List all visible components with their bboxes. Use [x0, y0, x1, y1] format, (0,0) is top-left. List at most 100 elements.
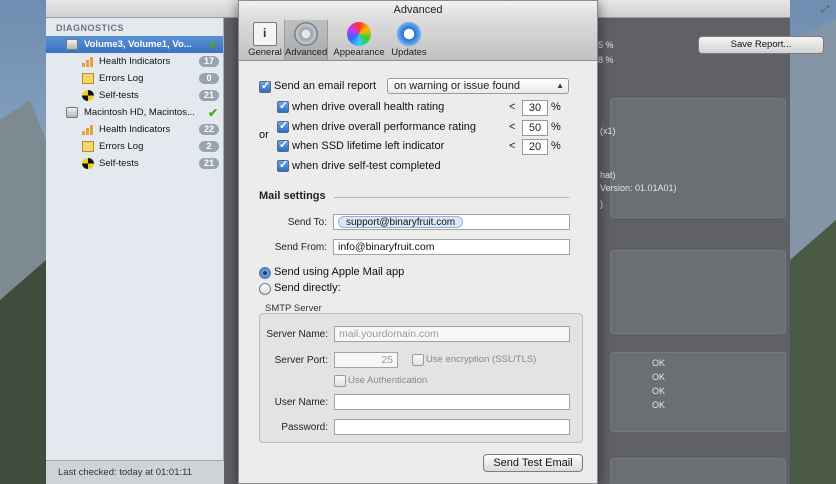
- detail-fragment: Version: 01.01A01): [600, 183, 677, 193]
- section-divider: [334, 197, 569, 198]
- ssd-threshold-input[interactable]: 20: [522, 139, 548, 155]
- user-name-input[interactable]: [334, 394, 570, 410]
- ssd-lifetime-checkbox[interactable]: [277, 138, 289, 152]
- general-icon: [253, 22, 277, 46]
- detail-fragment: ): [600, 199, 603, 209]
- send-from-field[interactable]: info@binaryfruit.com: [333, 239, 570, 255]
- details-box-1: [610, 98, 786, 218]
- sidebar-item-drive[interactable]: Macintosh HD, Macintos... ✔: [46, 104, 223, 121]
- send-directly-radio[interactable]: [259, 283, 271, 295]
- details-box-3: [610, 352, 786, 432]
- sidebar-item-bars[interactable]: Health Indicators 17: [46, 53, 223, 70]
- password-input[interactable]: [334, 419, 570, 435]
- updates-icon: [397, 22, 421, 46]
- sidebar-item-label: Self-tests: [99, 158, 139, 169]
- detail-ok: OK: [652, 372, 666, 382]
- sidebar-item-test[interactable]: Self-tests 21: [46, 87, 223, 104]
- detail-ok: OK: [652, 400, 666, 410]
- recipient-token[interactable]: support@binaryfruit.com: [338, 216, 464, 228]
- user-name-label: User Name:: [274, 397, 328, 408]
- sidebar-item-label: Self-tests: [99, 90, 139, 101]
- sidebar-header: DIAGNOSTICS: [56, 23, 125, 33]
- performance-rating-checkbox[interactable]: [277, 119, 289, 133]
- status-check-icon: ✔: [207, 38, 218, 52]
- sidebar-item-label: Errors Log: [99, 141, 144, 152]
- condition-label: when drive self-test completed: [292, 160, 441, 172]
- status-check-icon: ✔: [207, 106, 218, 120]
- sidebar-item-log[interactable]: Errors Log 2: [46, 138, 223, 155]
- performance-threshold-input[interactable]: 50: [522, 120, 548, 136]
- drive-icon: [66, 39, 78, 50]
- condition-label: when drive overall performance rating: [292, 121, 477, 133]
- detail-fragment: hat): [600, 170, 616, 180]
- sidebar-item-label: Macintosh HD, Macintos...: [84, 107, 195, 118]
- tab-label: Updates: [391, 47, 427, 58]
- self-test-icon: [82, 90, 94, 101]
- or-label: or: [259, 129, 269, 141]
- send-from-label: Send From:: [274, 242, 327, 253]
- server-name-label: Server Name:: [266, 329, 328, 340]
- diagnostics-sidebar: DIAGNOSTICS Volume3, Volume1, Vo... ✔ Heal…: [46, 18, 224, 484]
- use-encryption-checkbox[interactable]: [412, 354, 424, 366]
- unit-label: %: [551, 140, 561, 152]
- fullscreen-icon[interactable]: ⤢: [821, 4, 829, 15]
- send-to-field[interactable]: support@binaryfruit.com: [333, 214, 570, 230]
- save-report-button[interactable]: Save Report...: [698, 36, 824, 54]
- count-badge: 21: [198, 158, 219, 169]
- operator-label: <: [509, 101, 516, 113]
- gear-icon: [294, 22, 318, 46]
- apple-mail-radio[interactable]: [259, 267, 271, 279]
- unit-label: %: [551, 101, 561, 113]
- password-label: Password:: [281, 422, 328, 433]
- details-pane: 5 % 8 % (x1) hat) Version: 01.01A01) ) O…: [598, 18, 790, 484]
- sidebar-item-test[interactable]: Self-tests 21: [46, 155, 223, 172]
- details-box-4: [610, 458, 786, 484]
- email-report-trigger-select[interactable]: on warning or issue found ▲: [387, 78, 569, 94]
- count-badge: 2: [199, 141, 219, 152]
- sidebar-item-bars[interactable]: Health Indicators 22: [46, 121, 223, 138]
- send-email-report-checkbox[interactable]: [259, 79, 271, 93]
- sidebar-list: Volume3, Volume1, Vo... ✔ Health Indicator…: [46, 36, 223, 172]
- detail-fragment: (x1): [600, 126, 616, 136]
- detail-ok: OK: [652, 386, 666, 396]
- last-checked-status: Last checked: today at 01:01:11: [46, 460, 224, 484]
- smtp-server-group: Server Name: mail.yourdomain.com Server …: [259, 313, 583, 443]
- tab-updates[interactable]: Updates: [387, 20, 431, 60]
- mail-settings-title: Mail settings: [259, 190, 326, 202]
- preferences-dialog: Advanced General Advanced Appearance Upd…: [238, 0, 598, 484]
- condition-label: when SSD lifetime left indicator: [292, 140, 445, 152]
- health-rating-checkbox[interactable]: [277, 99, 289, 113]
- color-wheel-icon: [347, 22, 371, 46]
- operator-label: <: [509, 140, 516, 152]
- log-icon: [82, 141, 94, 152]
- tab-label: Appearance: [333, 47, 385, 58]
- detail-ok: OK: [652, 358, 666, 368]
- tab-advanced[interactable]: Advanced: [284, 20, 328, 60]
- log-icon: [82, 73, 94, 84]
- send-to-label: Send To:: [287, 217, 327, 228]
- tab-general[interactable]: General: [243, 20, 287, 60]
- send-test-email-button[interactable]: Send Test Email: [483, 454, 583, 472]
- server-port-label: Server Port:: [274, 355, 328, 366]
- count-badge: 17: [198, 56, 219, 67]
- use-authentication-checkbox[interactable]: [334, 375, 346, 387]
- sidebar-item-log[interactable]: Errors Log 0: [46, 70, 223, 87]
- apple-mail-label: Send using Apple Mail app: [274, 266, 405, 278]
- self-test-completed-checkbox[interactable]: [277, 158, 289, 172]
- chevron-updown-icon: ▲: [556, 81, 564, 90]
- tab-label: Advanced: [285, 47, 328, 58]
- server-port-input[interactable]: 25: [334, 352, 398, 368]
- select-value: on warning or issue found: [394, 80, 520, 92]
- health-threshold-input[interactable]: 30: [522, 100, 548, 116]
- sidebar-item-drive[interactable]: Volume3, Volume1, Vo... ✔: [46, 36, 223, 53]
- server-name-input[interactable]: mail.yourdomain.com: [334, 326, 570, 342]
- details-box-2: [610, 250, 786, 334]
- preferences-toolbar: General Advanced Appearance Updates: [239, 19, 597, 61]
- dialog-title: Advanced: [239, 1, 597, 19]
- count-badge: 21: [198, 90, 219, 101]
- tab-appearance[interactable]: Appearance: [333, 20, 385, 60]
- count-badge: 22: [198, 124, 219, 135]
- self-test-icon: [82, 158, 94, 169]
- use-authentication-label: Use Authentication: [348, 375, 428, 386]
- tab-label: General: [248, 47, 282, 58]
